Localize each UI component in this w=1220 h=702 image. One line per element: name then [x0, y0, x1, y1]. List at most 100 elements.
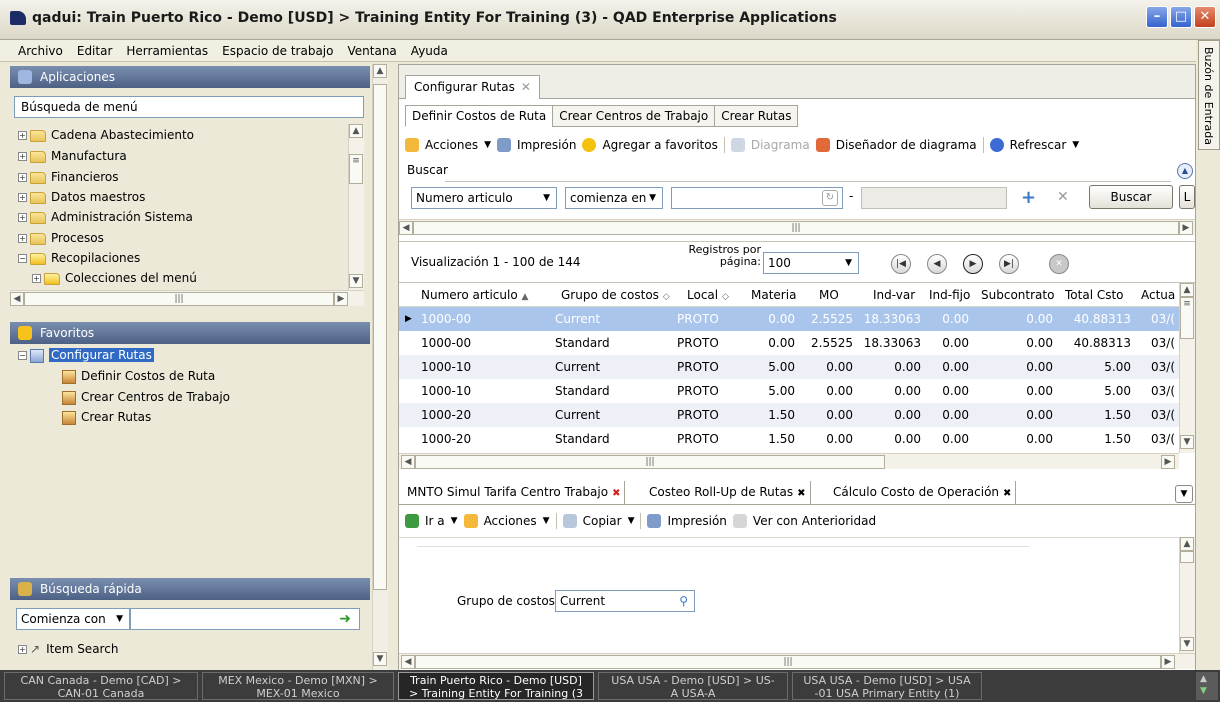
menu-herramientas[interactable]: Herramientas: [126, 44, 208, 58]
expand-icon[interactable]: +: [18, 173, 27, 182]
go-arrow-icon[interactable]: ➜: [339, 609, 351, 629]
scroll-thumb[interactable]: |||: [413, 221, 1179, 235]
col-grupo-costos[interactable]: Grupo de costos ◇: [561, 283, 673, 307]
scroll-thumb[interactable]: [1180, 551, 1194, 563]
scroll-thumb[interactable]: |||: [415, 655, 1161, 669]
expand-icon[interactable]: +: [18, 213, 27, 222]
table-row[interactable]: 1000-00 Standard PROTO 0.00 2.5525 18.33…: [399, 331, 1179, 355]
apps-panel-header[interactable]: Aplicaciones: [10, 66, 370, 88]
next-page-icon[interactable]: ▶: [963, 254, 983, 274]
menu-search-input[interactable]: Búsqueda de menú: [14, 96, 364, 118]
collapse-icon[interactable]: −: [18, 254, 27, 263]
inbox-side-tab[interactable]: Buzón de Entrada: [1198, 40, 1220, 150]
table-row[interactable]: ▶ 1000-00 Current PROTO 0.00 2.5525 18.3…: [399, 307, 1179, 331]
menu-editar[interactable]: Editar: [77, 44, 113, 58]
form-horizontal-scrollbar[interactable]: ◀ ||| ▶: [399, 653, 1195, 669]
add-criteria-icon[interactable]: +: [1021, 187, 1036, 208]
grid-vertical-scrollbar[interactable]: ▲ ≡ ▼: [1179, 283, 1195, 453]
tabs-dropdown-icon[interactable]: ▼: [1175, 485, 1193, 503]
favorites-item-definir-costos[interactable]: Definir Costos de Ruta: [62, 367, 215, 385]
diagram-designer-button[interactable]: Diseñador de diagrama: [836, 138, 977, 152]
table-row[interactable]: 1000-10 Current PROTO 5.00 0.00 0.00 0.0…: [399, 355, 1179, 379]
favorites-item-crear-centros[interactable]: Crear Centros de Trabajo: [62, 388, 230, 406]
scroll-thumb[interactable]: ≡: [1180, 297, 1194, 339]
tab-crear-rutas[interactable]: Crear Rutas: [714, 105, 799, 127]
search-horizontal-scrollbar[interactable]: ◀ ||| ▶: [399, 219, 1195, 235]
scroll-right-icon[interactable]: ▶: [1161, 655, 1175, 669]
scroll-left-icon[interactable]: ◀: [401, 655, 415, 669]
previous-page-icon[interactable]: ◀: [927, 254, 947, 274]
favorites-item-configurar-rutas[interactable]: − Configurar Rutas: [18, 346, 154, 364]
tab-costeo-rollup[interactable]: Costeo Roll-Up de Rutas ✖: [645, 481, 811, 505]
grid-horizontal-scrollbar[interactable]: ◀ ||| ▶: [399, 453, 1179, 469]
tree-item[interactable]: + Manufactura: [18, 147, 127, 165]
scroll-left-icon[interactable]: ◀: [399, 221, 413, 235]
close-tab-icon[interactable]: ✖: [612, 488, 620, 499]
col-material[interactable]: Material: [751, 283, 797, 307]
col-subcontrato[interactable]: Subcontrato: [981, 283, 1055, 307]
task-usa-a[interactable]: USA USA - Demo [USD] > US- A USA-A: [598, 672, 788, 700]
close-tab-icon[interactable]: ✖: [797, 488, 805, 499]
col-mo[interactable]: MO: [819, 283, 859, 307]
scroll-up-icon[interactable]: ▲: [1200, 674, 1207, 684]
lookup-icon[interactable]: ↻: [822, 190, 838, 206]
add-favorites-button[interactable]: Agregar a favoritos: [602, 138, 717, 152]
scroll-right-icon[interactable]: ▶: [1161, 455, 1175, 469]
search-icon[interactable]: ⚲: [679, 591, 688, 611]
impresion-button[interactable]: Impresión: [517, 138, 576, 152]
close-button[interactable]: ✕: [1194, 6, 1216, 28]
scroll-thumb[interactable]: ≡: [349, 154, 363, 184]
tree-horizontal-scrollbar[interactable]: ◀ ||| ▶: [10, 290, 364, 306]
per-page-select[interactable]: 100 ▼: [763, 252, 859, 274]
menu-ventana[interactable]: Ventana: [348, 44, 397, 58]
left-pane-scrollbar[interactable]: ▲ ▼: [372, 64, 388, 670]
cost-group-input[interactable]: Current ⚲: [555, 590, 695, 612]
col-ind-fijo[interactable]: Ind-fijo: [929, 283, 975, 307]
col-ind-var[interactable]: Ind-var: [873, 283, 919, 307]
tree-vertical-scrollbar[interactable]: ▲ ≡ ▼: [348, 124, 364, 290]
expand-icon[interactable]: +: [18, 645, 27, 654]
menu-ayuda[interactable]: Ayuda: [411, 44, 448, 58]
scroll-up-icon[interactable]: ▲: [373, 64, 387, 78]
table-row[interactable]: 1000-20 Standard PROTO 1.50 0.00 0.00 0.…: [399, 427, 1179, 451]
close-tab-icon[interactable]: ✕: [521, 80, 531, 94]
expand-icon[interactable]: +: [18, 152, 27, 161]
scroll-up-icon[interactable]: ▲: [1180, 283, 1194, 297]
scroll-thumb[interactable]: |||: [415, 455, 885, 469]
col-local[interactable]: Local ◇: [687, 283, 747, 307]
scroll-up-icon[interactable]: ▲: [349, 124, 363, 138]
col-numero-articulo[interactable]: Numero articulo ▲: [421, 283, 545, 307]
favorites-panel-header[interactable]: Favoritos: [10, 322, 370, 344]
buscar-button[interactable]: Buscar: [1089, 185, 1173, 209]
bottom-acciones-button[interactable]: Acciones: [484, 514, 537, 528]
tree-item[interactable]: − Recopilaciones: [18, 249, 140, 267]
scroll-thumb[interactable]: [373, 84, 387, 590]
quick-search-panel-header[interactable]: Búsqueda rápida: [10, 578, 370, 600]
task-usa-primary[interactable]: USA USA - Demo [USD] > USA -01 USA Primar…: [792, 672, 982, 700]
expand-icon[interactable]: +: [18, 131, 27, 140]
tab-definir-costos[interactable]: Definir Costos de Ruta: [405, 105, 554, 127]
scroll-thumb[interactable]: |||: [24, 292, 334, 306]
close-tab-icon[interactable]: ✖: [1003, 488, 1011, 499]
extra-button[interactable]: L: [1179, 185, 1195, 209]
tab-configurar-rutas[interactable]: Configurar Rutas ✕: [405, 75, 540, 99]
quick-search-item[interactable]: + ↗ Item Search: [18, 640, 118, 658]
first-page-icon[interactable]: |◀: [891, 254, 911, 274]
scroll-left-icon[interactable]: ◀: [401, 455, 415, 469]
copiar-button[interactable]: Copiar: [583, 514, 622, 528]
scroll-down-icon[interactable]: ▼: [1180, 637, 1194, 651]
task-mex-mexico[interactable]: MEX Mexico - Demo [MXN] > MEX-01 Mexico: [202, 672, 394, 700]
col-total-csto[interactable]: Total Csto: [1065, 283, 1129, 307]
tree-item[interactable]: + Colecciones del menú: [32, 269, 197, 287]
form-vertical-scrollbar[interactable]: ▲ ▼: [1179, 537, 1195, 653]
tree-item[interactable]: + Administración Sistema: [18, 208, 193, 226]
search-operator-select[interactable]: comienza en ▼: [565, 187, 663, 209]
expand-icon[interactable]: +: [18, 234, 27, 243]
cancel-query-icon[interactable]: ✕: [1049, 254, 1069, 274]
search-value-input[interactable]: ↻: [671, 187, 843, 209]
quick-search-mode-select[interactable]: Comienza con ▼: [16, 608, 130, 630]
scroll-left-icon[interactable]: ◀: [10, 292, 24, 306]
tab-calculo-costo[interactable]: Cálculo Costo de Operación ✖: [829, 481, 1017, 505]
tab-crear-centros[interactable]: Crear Centros de Trabajo: [552, 105, 716, 127]
favorites-item-crear-rutas[interactable]: Crear Rutas: [62, 408, 151, 426]
